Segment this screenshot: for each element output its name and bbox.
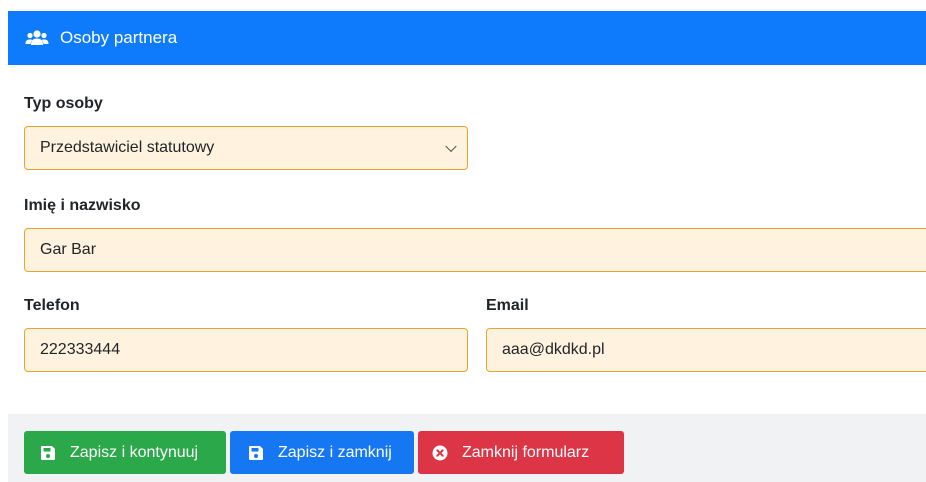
floppy-disk-icon	[248, 445, 264, 461]
person-type-label: Typ osoby	[24, 95, 103, 112]
full-name-value: Gar Bar	[40, 241, 97, 258]
close-form-button[interactable]: Zamknij formularz	[418, 431, 624, 474]
save-close-label: Zapisz i zamknij	[278, 443, 392, 461]
phone-value: 222333444	[40, 341, 121, 358]
phone-label: Telefon	[24, 297, 80, 314]
users-icon	[25, 29, 49, 47]
chevron-down-icon	[445, 140, 457, 153]
save-continue-button[interactable]: Zapisz i kontynuuj	[24, 431, 226, 474]
panel-header: Osoby partnera	[8, 11, 926, 65]
save-close-button[interactable]: Zapisz i zamknij	[230, 431, 414, 474]
full-name-input[interactable]: Gar Bar	[24, 228, 926, 272]
email-label: Email	[486, 297, 529, 314]
person-type-value: Przedstawiciel statutowy	[40, 139, 215, 156]
floppy-disk-icon	[40, 445, 56, 461]
email-value: aaa@dkdkd.pl	[502, 341, 605, 358]
save-continue-label: Zapisz i kontynuuj	[70, 443, 199, 461]
close-form-label: Zamknij formularz	[462, 443, 590, 461]
person-type-select[interactable]: Przedstawiciel statutowy	[24, 126, 468, 170]
email-input[interactable]: aaa@dkdkd.pl	[486, 328, 926, 372]
panel-title: Osoby partnera	[60, 28, 178, 47]
phone-input[interactable]: 222333444	[24, 328, 468, 372]
full-name-label: Imię i nazwisko	[24, 197, 141, 214]
times-circle-icon	[432, 445, 448, 461]
